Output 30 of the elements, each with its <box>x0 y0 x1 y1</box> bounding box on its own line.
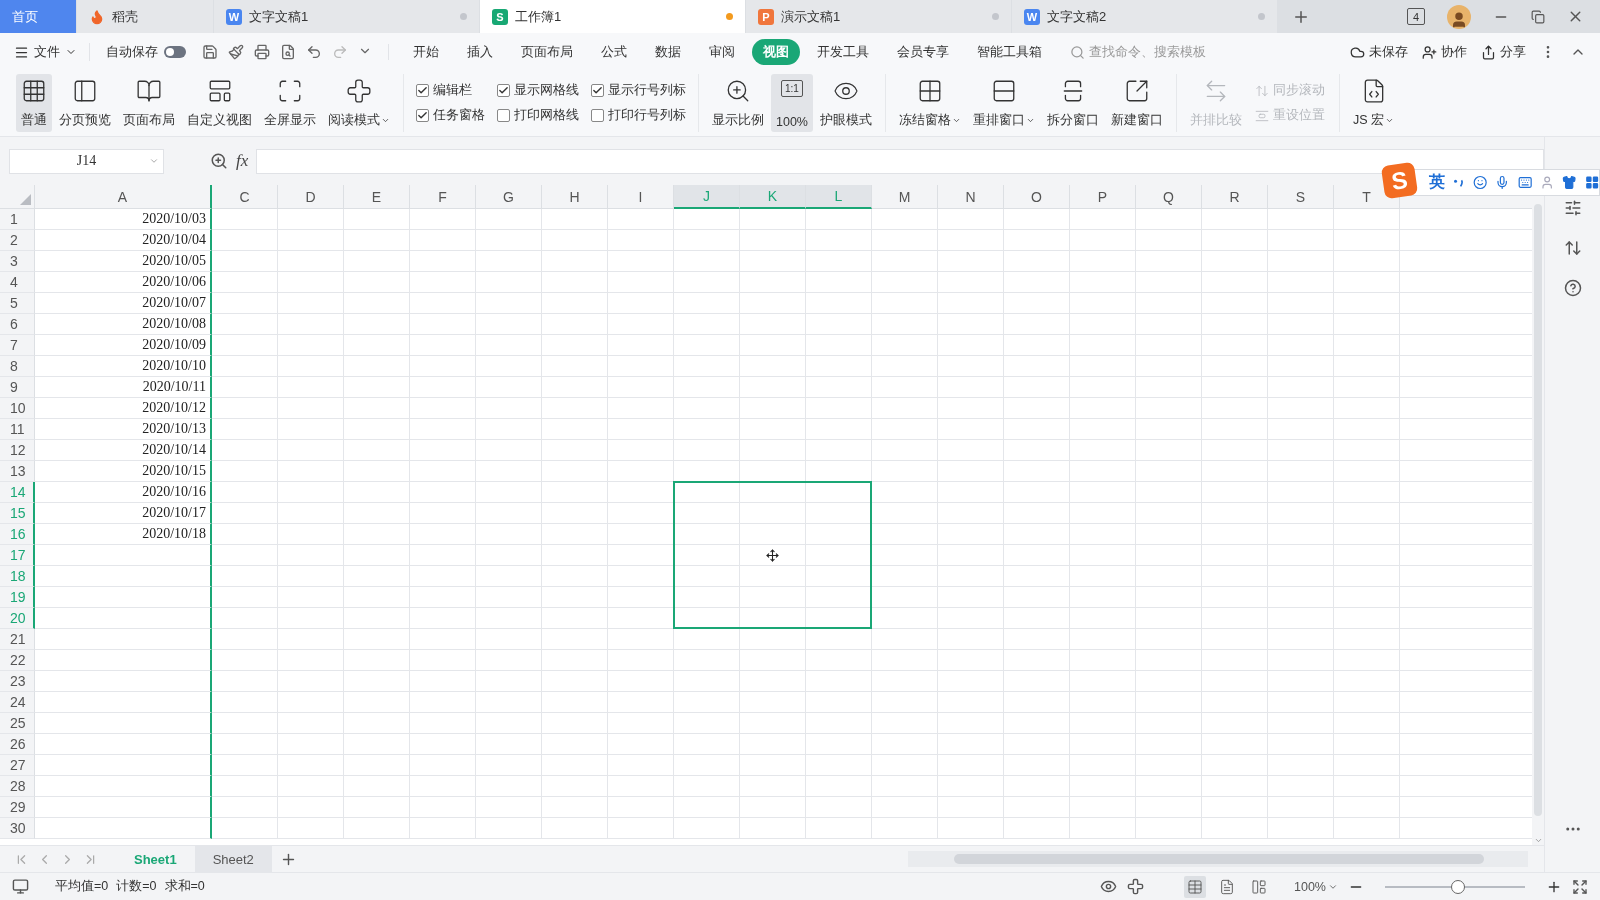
status-text: 求和=0 <box>164 878 205 895</box>
table-cell: 2020/10/18 <box>35 524 212 545</box>
ratio-icon: 1:1 <box>781 80 803 97</box>
checkbox-label: 任务窗格 <box>433 107 485 124</box>
status-text: 计数=0 <box>116 878 157 895</box>
table-cell: 2020/10/03 <box>35 209 212 230</box>
table-cell: 2020/10/07 <box>35 293 212 314</box>
table-cell: 2020/10/14 <box>35 440 212 461</box>
table-cell: 2020/10/05 <box>35 251 212 272</box>
document-icon: S <box>492 8 508 25</box>
table-cell: 2020/10/16 <box>35 482 212 503</box>
table-cell: 2020/10/13 <box>35 419 212 440</box>
table-cell: 2020/10/17 <box>35 503 212 524</box>
table-cell: 2020/10/08 <box>35 314 212 335</box>
table-cell: 2020/10/10 <box>35 356 212 377</box>
table-cell: 2020/10/15 <box>35 461 212 482</box>
checkbox-label: 显示网格线 <box>514 82 579 99</box>
table-cell: 2020/10/12 <box>35 398 212 419</box>
table-cell: 2020/10/04 <box>35 230 212 251</box>
checkbox-label: 打印行号列标 <box>608 107 686 124</box>
document-icon: P <box>758 8 774 25</box>
checkbox-label: 打印网格线 <box>514 107 579 124</box>
checkbox-label: 编辑栏 <box>433 82 472 99</box>
table-cell: 2020/10/09 <box>35 335 212 356</box>
document-icon: W <box>1024 8 1040 25</box>
status-text: 平均值=0 <box>55 878 109 895</box>
document-icon: W <box>226 8 242 25</box>
table-cell: 2020/10/11 <box>35 377 212 398</box>
checkbox-label: 显示行号列标 <box>608 82 686 99</box>
table-cell: 2020/10/06 <box>35 272 212 293</box>
